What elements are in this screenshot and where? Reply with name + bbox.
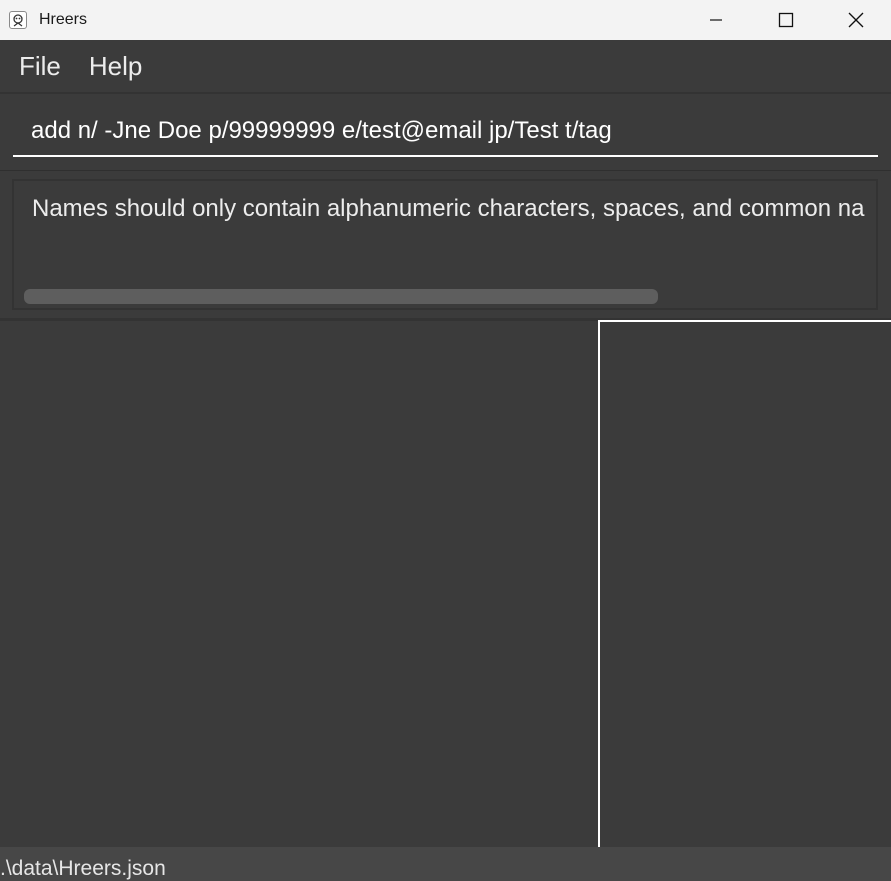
status-bar: .\data\Hreers.json	[0, 847, 891, 881]
maximize-icon	[778, 12, 794, 28]
detail-panel	[598, 320, 891, 847]
person-list-panel	[0, 321, 598, 847]
window-controls	[681, 0, 891, 40]
menu-file[interactable]: File	[5, 51, 75, 82]
window-title: Hreers	[39, 11, 88, 28]
minimize-button[interactable]	[681, 0, 751, 40]
command-box	[0, 96, 891, 171]
command-input[interactable]	[13, 106, 878, 157]
horizontal-scrollbar[interactable]	[24, 289, 658, 304]
maximize-button[interactable]	[751, 0, 821, 40]
close-icon	[848, 12, 864, 28]
close-button[interactable]	[821, 0, 891, 40]
result-message: Names should only contain alphanumeric c…	[32, 195, 865, 222]
minimize-icon	[710, 19, 722, 21]
save-location-path: .\data\Hreers.json	[0, 857, 166, 880]
result-display: Names should only contain alphanumeric c…	[12, 179, 878, 310]
menu-help[interactable]: Help	[75, 51, 156, 82]
title-bar: Hreers	[0, 0, 891, 40]
app-logo-icon	[9, 11, 27, 29]
menu-bar: File Help	[0, 40, 891, 94]
